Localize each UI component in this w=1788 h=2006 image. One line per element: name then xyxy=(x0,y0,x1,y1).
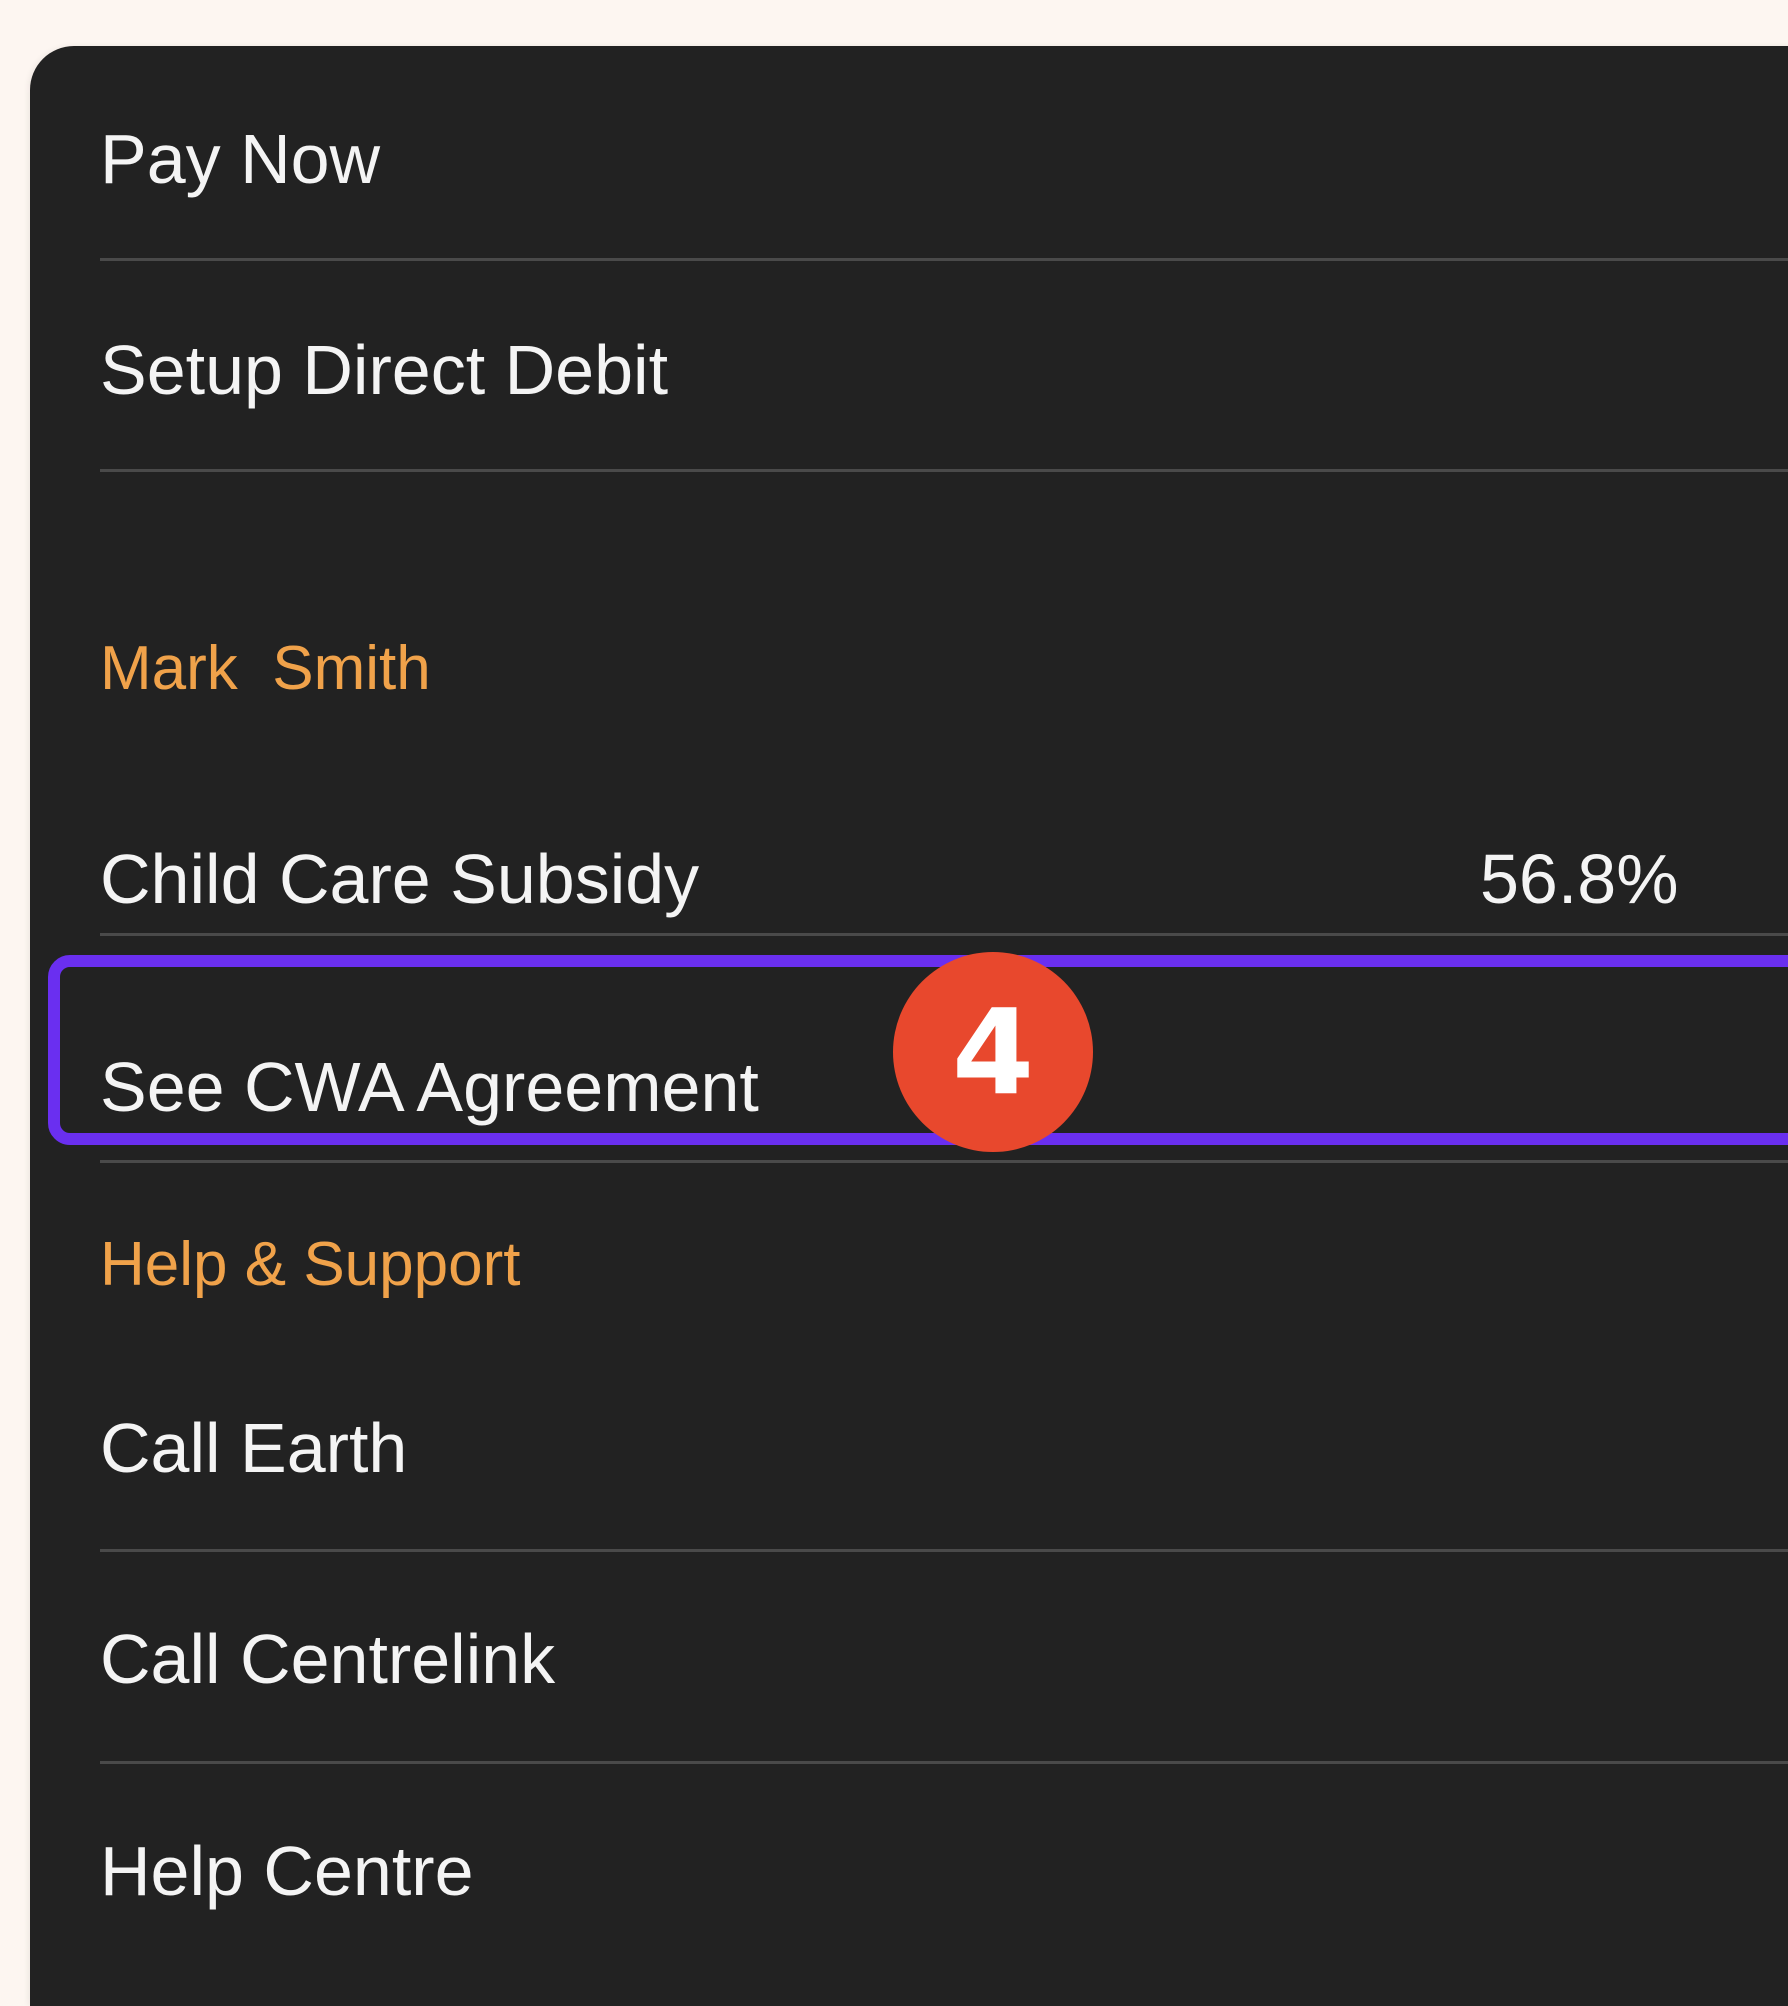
help-centre-item[interactable]: Help Centre xyxy=(30,1763,1788,1973)
child-care-subsidy-row: Child Care Subsidy 56.8% xyxy=(30,771,1788,981)
divider xyxy=(100,469,1788,472)
help-support-header: Help & Support xyxy=(100,1230,521,1299)
pay-now-item[interactable]: Pay Now xyxy=(30,46,1788,256)
call-earth-item[interactable]: Call Earth xyxy=(30,1336,1788,1546)
child-care-subsidy-label: Child Care Subsidy xyxy=(100,840,700,918)
setup-direct-debit-item[interactable]: Setup Direct Debit xyxy=(30,261,1788,471)
setup-direct-debit-label: Setup Direct Debit xyxy=(100,331,669,409)
call-centrelink-item[interactable]: Call Centrelink xyxy=(30,1551,1788,1761)
call-centrelink-label: Call Centrelink xyxy=(100,1620,556,1698)
divider xyxy=(100,1160,1788,1163)
help-centre-label: Help Centre xyxy=(100,1832,474,1910)
account-holder-header: Mark Smith xyxy=(100,634,431,703)
step-number-badge: 4 xyxy=(893,952,1093,1152)
divider xyxy=(100,933,1788,936)
pay-now-label: Pay Now xyxy=(100,120,381,198)
call-earth-label: Call Earth xyxy=(100,1409,408,1487)
child-care-subsidy-value: 56.8% xyxy=(1480,840,1679,918)
